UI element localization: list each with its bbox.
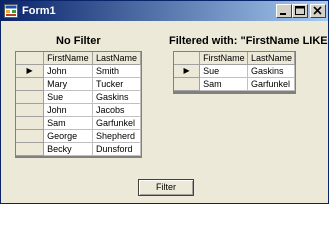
lastname-cell[interactable]: Gaskins: [247, 64, 295, 78]
firstname-cell[interactable]: Sue: [43, 90, 94, 104]
grid-header-row: FirstName LastName: [16, 52, 141, 65]
table-row[interactable]: Sam Garfunkel: [174, 77, 295, 91]
filtered-data-grid[interactable]: FirstName LastName ▶ Sue Gaskins Sam Gar…: [173, 51, 296, 94]
lastname-cell[interactable]: Jacobs: [92, 103, 141, 117]
column-header-firstname[interactable]: FirstName: [43, 52, 94, 65]
lastname-cell[interactable]: Tucker: [92, 77, 141, 91]
row-header[interactable]: [16, 90, 45, 104]
firstname-cell[interactable]: Mary: [43, 77, 94, 91]
maximize-button[interactable]: [292, 4, 308, 18]
row-header[interactable]: [16, 142, 45, 156]
title-bar[interactable]: Form1: [1, 1, 328, 21]
table-row[interactable]: ▶ Sue Gaskins: [174, 64, 295, 78]
column-header-lastname[interactable]: LastName: [92, 52, 141, 65]
column-header-lastname[interactable]: LastName: [247, 52, 295, 65]
form-app-icon: [4, 4, 18, 18]
unfiltered-data-grid[interactable]: FirstName LastName ▶ John Smith Mary Tuc…: [15, 51, 142, 158]
grid-header-row: FirstName LastName: [174, 52, 295, 65]
form1-window: Form1 No Filter Filtered with: "FirstNam…: [0, 0, 329, 204]
close-button[interactable]: [310, 4, 326, 18]
filter-button[interactable]: Filter: [138, 179, 194, 196]
firstname-cell[interactable]: Sam: [43, 116, 94, 130]
close-icon: [313, 6, 322, 15]
row-header-corner: [16, 52, 45, 65]
lastname-cell[interactable]: Dunsford: [92, 142, 141, 156]
lastname-cell[interactable]: Shepherd: [92, 129, 141, 143]
row-header[interactable]: [16, 129, 45, 143]
lastname-cell[interactable]: Gaskins: [92, 90, 141, 104]
firstname-cell[interactable]: Sam: [199, 77, 249, 91]
lastname-cell[interactable]: Smith: [92, 64, 141, 78]
row-header[interactable]: [174, 77, 201, 91]
firstname-cell[interactable]: Sue: [199, 64, 249, 78]
table-row[interactable]: Mary Tucker: [16, 77, 141, 91]
table-row[interactable]: ▶ John Smith: [16, 64, 141, 78]
lastname-cell[interactable]: Garfunkel: [247, 77, 295, 91]
table-row[interactable]: Becky Dunsford: [16, 142, 141, 156]
maximize-icon: [295, 6, 305, 15]
table-row[interactable]: Sue Gaskins: [16, 90, 141, 104]
row-header[interactable]: [16, 103, 45, 117]
row-header[interactable]: ▶: [174, 64, 201, 78]
current-row-arrow-icon: ▶: [183, 66, 190, 75]
column-header-firstname[interactable]: FirstName: [199, 52, 249, 65]
row-header-corner: [174, 52, 201, 65]
firstname-cell[interactable]: John: [43, 64, 94, 78]
filtered-caption: Filtered with: "FirstName LIKE 's*'": [169, 35, 328, 47]
no-filter-caption: No Filter: [56, 35, 101, 47]
table-row[interactable]: John Jacobs: [16, 103, 141, 117]
firstname-cell[interactable]: Becky: [43, 142, 94, 156]
row-header[interactable]: ▶: [16, 64, 45, 78]
table-row[interactable]: George Shepherd: [16, 129, 141, 143]
lastname-cell[interactable]: Garfunkel: [92, 116, 141, 130]
minimize-button[interactable]: [276, 4, 292, 18]
row-header[interactable]: [16, 77, 45, 91]
current-row-arrow-icon: ▶: [26, 66, 33, 75]
window-title: Form1: [22, 5, 56, 17]
row-header[interactable]: [16, 116, 45, 130]
minimize-icon: [280, 13, 286, 15]
firstname-cell[interactable]: George: [43, 129, 94, 143]
table-row[interactable]: Sam Garfunkel: [16, 116, 141, 130]
firstname-cell[interactable]: John: [43, 103, 94, 117]
